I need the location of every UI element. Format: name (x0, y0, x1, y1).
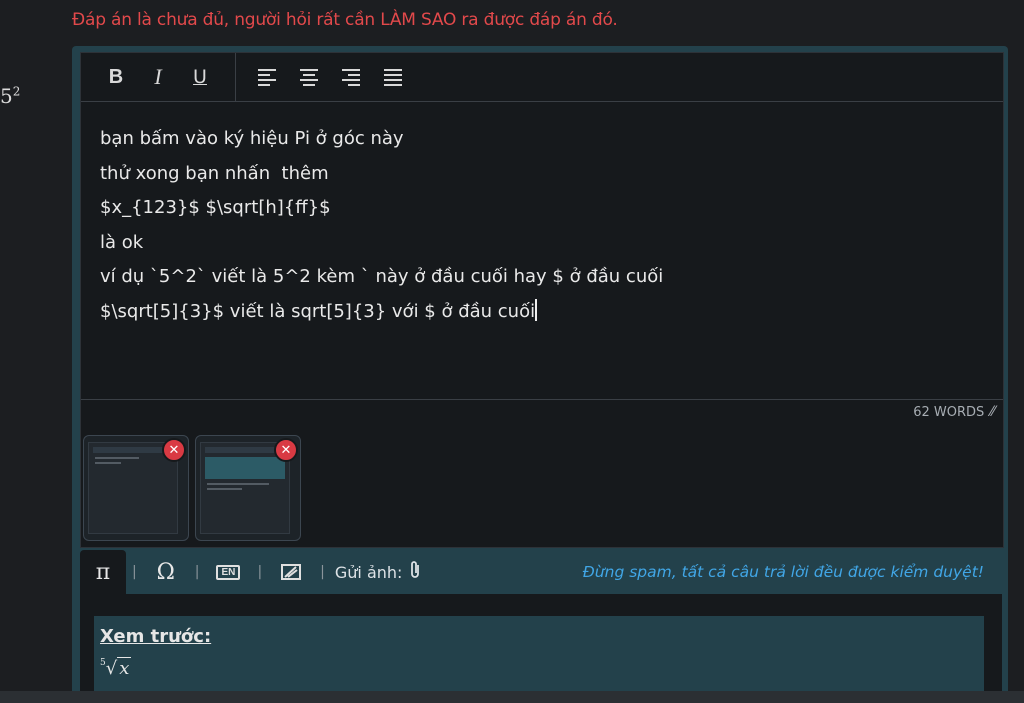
align-left-icon (258, 68, 276, 86)
preview-title: Xem trước: (100, 626, 212, 647)
editor-line-last: $\sqrt[5]{3}$ viết là sqrt[5]{3} với $ ở… (100, 295, 1003, 330)
align-right-icon (342, 68, 360, 86)
radicand: x (117, 657, 132, 679)
align-right-button[interactable] (330, 58, 372, 96)
draw-tab[interactable] (268, 552, 314, 592)
attachment-thumbnail[interactable]: ✕ (195, 435, 301, 541)
italic-button[interactable]: I (137, 58, 179, 96)
separator: | (257, 564, 263, 580)
gutter-base: 5 (0, 84, 13, 108)
align-center-button[interactable] (288, 58, 330, 96)
editor-status-bar: 62 WORDS ⁄⁄ (81, 399, 1003, 424)
text-caret (535, 298, 538, 321)
screen-bottom-strip (0, 691, 1024, 703)
align-justify-icon (384, 68, 402, 86)
word-count: 62 WORDS (913, 404, 985, 420)
editor-content[interactable]: bạn bấm vào ký hiệu Pi ở góc này thử xon… (81, 102, 1003, 398)
rich-text-editor: B I U bạn bấm vào ký hiệu Pi ở góc này t… (80, 52, 1004, 548)
preview-math: 5√ x (100, 657, 132, 679)
editor-toolbar: B I U (81, 53, 1003, 102)
keyboard-tab[interactable]: EN (205, 552, 251, 592)
align-justify-button[interactable] (372, 58, 414, 96)
editor-line: bạn bấm vào ký hiệu Pi ở góc này (100, 128, 404, 149)
pi-icon: π (95, 559, 111, 585)
format-group: B I U (81, 53, 236, 101)
preview-area: Xem trước: 5√ x (80, 594, 1002, 696)
paperclip-icon[interactable] (408, 560, 422, 585)
attachment-thumbnail[interactable]: ✕ (83, 435, 189, 541)
separator: | (132, 564, 137, 580)
align-group (236, 53, 414, 101)
editor-line: là ok (100, 231, 144, 253)
math-symbols-tab[interactable]: π (80, 550, 126, 594)
preview-box: Xem trước: 5√ x (94, 616, 984, 696)
editor-line: $x_{123}$ $\sqrt[h]{ff}$ (100, 197, 331, 218)
align-left-button[interactable] (246, 58, 288, 96)
resize-handle-icon[interactable]: ⁄⁄ (990, 404, 995, 420)
attachment-list: ✕ ✕ (81, 435, 301, 541)
drawing-board-icon (281, 564, 302, 580)
separator: | (194, 564, 200, 580)
special-chars-tab[interactable]: Ω (143, 552, 189, 592)
keyboard-en-icon: EN (216, 564, 241, 580)
editor-bottom-bar: π | Ω | EN | | Gửi ảnh: Đừng spam, tất c… (80, 550, 1002, 594)
gutter-exponent: 2 (12, 84, 20, 99)
underline-button[interactable]: U (179, 58, 221, 96)
radical-symbol: √ (105, 658, 118, 679)
separator: | (320, 564, 325, 580)
editor-line: ví dụ `5^2` viết là 5^2 kèm ` này ở đầu … (100, 266, 664, 287)
remove-attachment-icon[interactable]: ✕ (162, 438, 186, 462)
omega-icon: Ω (156, 559, 175, 585)
remove-attachment-icon[interactable]: ✕ (274, 438, 298, 462)
align-center-icon (300, 68, 318, 86)
send-image-label: Gửi ảnh: (334, 562, 403, 582)
bold-button[interactable]: B (95, 58, 137, 96)
editor-line-text: $\sqrt[5]{3}$ viết là sqrt[5]{3} với $ ở… (100, 300, 536, 322)
warning-message: Đáp án là chưa đủ, người hỏi rất cần LÀM… (72, 10, 618, 30)
editor-line: thử xong bạn nhấn thêm (100, 162, 329, 184)
answer-editor-panel: B I U bạn bấm vào ký hiệu Pi ở góc này t… (72, 46, 1008, 696)
left-gutter-math: 52 (0, 84, 20, 108)
spam-notice: Đừng spam, tất cả câu trả lời đều được k… (582, 563, 984, 581)
